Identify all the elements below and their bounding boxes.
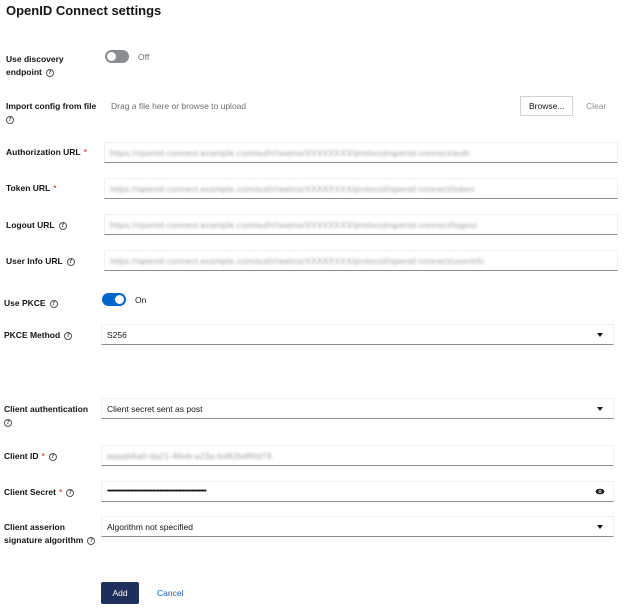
- eye-icon[interactable]: [595, 488, 605, 495]
- help-icon[interactable]: ?: [58, 221, 67, 230]
- userinfo-url-label: User Info URL?: [6, 255, 75, 268]
- toggle-knob: [115, 295, 124, 304]
- client-id-field[interactable]: aaaab6a0-da21-46eb-a23a-bd82bdff0d78: [101, 445, 614, 466]
- client-secret-label-text: Client Secret: [4, 487, 56, 497]
- client-secret-field[interactable]: ••••••••••••••••••••••••••••••••••••••••…: [101, 481, 614, 502]
- add-button[interactable]: Add: [101, 582, 139, 604]
- logout-url-field[interactable]: https://openid-connect.example.com/auth/…: [104, 214, 618, 235]
- chevron-down-icon: [597, 333, 603, 337]
- help-icon[interactable]: ?: [64, 331, 73, 340]
- userinfo-url-field[interactable]: https://openid-connect.example.com/auth/…: [104, 250, 618, 271]
- client-id-label: Client ID *?: [4, 450, 57, 463]
- assertion-alg-select[interactable]: Algorithm not specified: [101, 516, 614, 537]
- chevron-down-icon: [597, 525, 603, 529]
- page-title: OpenID Connect settings: [6, 3, 162, 18]
- token-url-label-text: Token URL: [6, 183, 51, 193]
- pkce-toggle[interactable]: [102, 293, 126, 306]
- logout-url-label-text: Logout URL: [6, 220, 55, 230]
- client-auth-value: Client secret sent as post: [107, 404, 203, 414]
- assertion-alg-label: Client asserion signature algorithm?: [4, 521, 99, 547]
- pkce-state: On: [135, 295, 147, 305]
- client-auth-select[interactable]: Client secret sent as post: [101, 398, 614, 419]
- help-icon[interactable]: ?: [48, 452, 57, 461]
- logout-url-value: https://openid-connect.example.com/auth/…: [110, 220, 477, 230]
- clear-button[interactable]: Clear: [586, 101, 606, 111]
- authorization-url-label: Authorization URL *: [6, 146, 87, 159]
- pkce-label-text: Use PKCE: [4, 298, 46, 308]
- client-id-value: aaaab6a0-da21-46eb-a23a-bd82bdff0d78: [107, 451, 272, 461]
- help-icon[interactable]: ?: [66, 488, 75, 497]
- userinfo-url-value: https://openid-connect.example.com/auth/…: [110, 256, 485, 266]
- chevron-down-icon: [597, 407, 603, 411]
- token-url-label: Token URL *: [6, 182, 57, 195]
- browse-button[interactable]: Browse...: [520, 96, 574, 116]
- pkce-label: Use PKCE?: [4, 297, 58, 310]
- authorization-url-label-text: Authorization URL: [6, 147, 81, 157]
- help-icon[interactable]: ?: [45, 68, 54, 77]
- cancel-button[interactable]: Cancel: [157, 588, 183, 598]
- import-label-text: Import config from file: [6, 101, 97, 111]
- discovery-toggle[interactable]: [105, 50, 129, 63]
- help-icon[interactable]: ?: [49, 299, 58, 308]
- help-icon[interactable]: ?: [4, 418, 12, 427]
- discovery-state: Off: [138, 52, 150, 62]
- client-id-label-text: Client ID: [4, 451, 39, 461]
- client-auth-label: Client authentication?: [4, 403, 99, 429]
- logout-url-label: Logout URL?: [6, 219, 67, 232]
- pkce-method-label: PKCE Method?: [4, 329, 73, 342]
- required-marker: *: [83, 147, 87, 157]
- token-url-value: https://openid-connect.example.com/auth/…: [110, 184, 475, 194]
- upload-placeholder[interactable]: Drag a file here or browse to upload: [111, 101, 246, 111]
- userinfo-url-label-text: User Info URL: [6, 256, 63, 266]
- toggle-knob: [107, 52, 116, 61]
- authorization-url-value: https://openid-connect.example.com/auth/…: [110, 148, 470, 158]
- help-icon[interactable]: ?: [66, 257, 75, 266]
- import-label: Import config from file?: [6, 100, 101, 126]
- client-auth-label-text: Client authentication: [4, 404, 89, 414]
- authorization-url-field[interactable]: https://openid-connect.example.com/auth/…: [104, 142, 618, 163]
- pkce-method-value: S256: [107, 330, 127, 340]
- client-secret-value: ••••••••••••••••••••••••••••••••••••••••…: [107, 488, 207, 495]
- discovery-label: Use discovery endpoint?: [6, 53, 86, 79]
- required-marker: *: [53, 183, 57, 193]
- token-url-field[interactable]: https://openid-connect.example.com/auth/…: [104, 178, 618, 199]
- help-icon[interactable]: ?: [87, 536, 96, 545]
- help-icon[interactable]: ?: [6, 115, 14, 124]
- client-secret-label: Client Secret *?: [4, 486, 75, 499]
- assertion-alg-value: Algorithm not specified: [107, 522, 193, 532]
- discovery-label-text: Use discovery endpoint: [6, 54, 64, 77]
- pkce-method-select[interactable]: S256: [101, 324, 614, 345]
- pkce-method-label-text: PKCE Method: [4, 330, 61, 340]
- required-marker: *: [58, 487, 63, 497]
- assertion-alg-label-text: Client asserion signature algorithm: [4, 522, 84, 545]
- required-marker: *: [41, 451, 45, 461]
